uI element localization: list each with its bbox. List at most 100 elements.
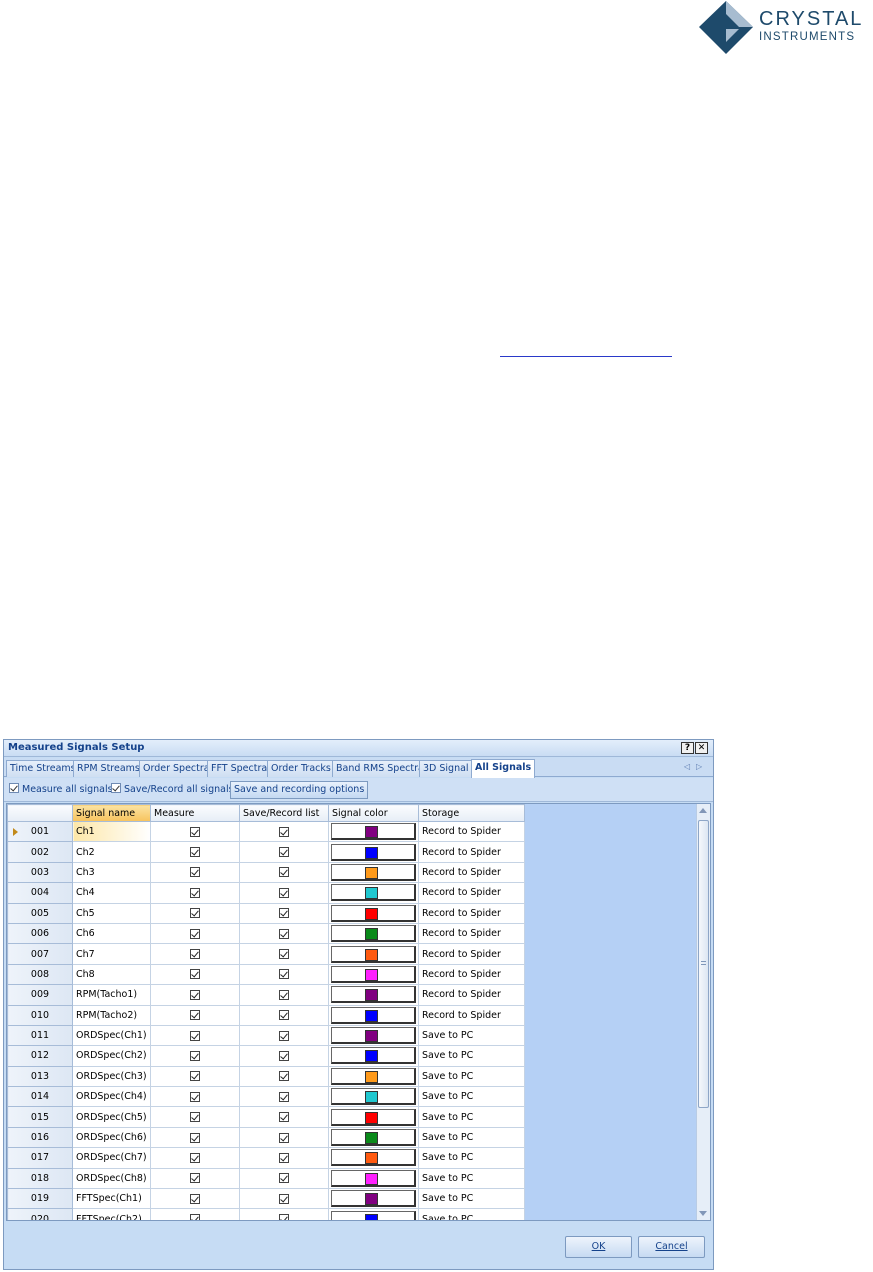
storage-cell[interactable]: Save to PC [418, 1208, 525, 1220]
signal-color-cell[interactable] [328, 1147, 419, 1169]
save-recording-options-button[interactable]: Save and recording options [230, 781, 369, 799]
storage-cell[interactable]: Record to Spider [418, 861, 525, 884]
color-picker[interactable] [331, 904, 416, 922]
measure-checkbox[interactable] [190, 1132, 200, 1143]
signal-color-cell[interactable] [328, 963, 419, 986]
save-checkbox[interactable] [279, 826, 289, 837]
document-link[interactable] [500, 349, 672, 357]
header-save-record-list[interactable]: Save/Record list [239, 804, 329, 822]
tab-scroll-left-icon[interactable]: ◁ [684, 762, 690, 771]
header-measure[interactable]: Measure [150, 804, 240, 822]
close-button[interactable]: ✕ [695, 742, 708, 754]
tab-scroll-right-icon[interactable]: ▷ [696, 762, 702, 771]
tab-rpm-streams[interactable]: RPM Streams [73, 760, 144, 777]
row-number[interactable]: 011 [7, 1024, 73, 1047]
color-picker[interactable] [331, 1108, 416, 1126]
save-checkbox[interactable] [279, 1214, 289, 1220]
signal-name-cell[interactable]: ORDSpec(Ch4) [72, 1086, 151, 1108]
measure-checkbox[interactable] [190, 1112, 200, 1123]
table-row[interactable]: 005 Ch5 Record to Spider [7, 902, 525, 924]
row-number[interactable]: 010 [7, 1004, 73, 1026]
signal-color-cell[interactable] [328, 1126, 419, 1149]
signal-color-cell[interactable] [328, 902, 419, 924]
save-checkbox[interactable] [279, 1193, 289, 1204]
tab-time-streams[interactable]: Time Streams [6, 760, 80, 777]
row-number[interactable]: 012 [7, 1045, 73, 1067]
save-all-checkbox[interactable] [111, 783, 121, 793]
signal-color-cell[interactable] [328, 1024, 419, 1047]
signal-color-cell[interactable] [328, 1106, 419, 1128]
signal-color-cell[interactable] [328, 882, 419, 904]
measure-checkbox[interactable] [190, 887, 200, 898]
measure-checkbox[interactable] [190, 1214, 200, 1220]
color-picker[interactable] [331, 1027, 416, 1045]
ok-button[interactable]: OK [565, 1236, 632, 1258]
table-row[interactable]: 003 Ch3 Record to Spider [7, 861, 525, 884]
color-picker[interactable] [331, 925, 416, 943]
measure-checkbox[interactable] [190, 1010, 200, 1021]
color-picker[interactable] [331, 843, 416, 861]
row-number[interactable]: 008 [7, 963, 73, 986]
save-checkbox[interactable] [279, 969, 289, 980]
storage-cell[interactable]: Save to PC [418, 1086, 525, 1108]
row-number[interactable]: 015 [7, 1106, 73, 1128]
measure-checkbox[interactable] [190, 989, 200, 1000]
row-number[interactable]: 013 [7, 1065, 73, 1088]
save-checkbox[interactable] [279, 1112, 289, 1123]
color-picker[interactable] [331, 986, 416, 1004]
save-checkbox[interactable] [279, 1091, 289, 1102]
row-number[interactable]: 004 [7, 882, 73, 904]
signal-color-cell[interactable] [328, 1086, 419, 1108]
row-number[interactable]: 014 [7, 1086, 73, 1108]
scrollbar-thumb[interactable] [698, 820, 709, 1108]
save-checkbox[interactable] [279, 989, 289, 1000]
color-picker[interactable] [331, 1088, 416, 1106]
table-row[interactable]: 012 ORDSpec(Ch2) Save to PC [7, 1045, 525, 1067]
table-row[interactable]: 019 FFTSpec(Ch1) Save to PC [7, 1188, 525, 1210]
color-picker[interactable] [331, 1047, 416, 1065]
tab-order-spectra[interactable]: Order Spectra [139, 760, 214, 777]
measure-checkbox[interactable] [190, 847, 200, 858]
measure-checkbox[interactable] [190, 928, 200, 939]
measure-checkbox[interactable] [190, 969, 200, 980]
storage-cell[interactable]: Record to Spider [418, 820, 525, 843]
row-number[interactable]: 020 [7, 1208, 73, 1220]
storage-cell[interactable]: Record to Spider [418, 841, 525, 863]
color-picker[interactable] [331, 1067, 416, 1085]
storage-cell[interactable]: Record to Spider [418, 1004, 525, 1026]
signal-color-cell[interactable] [328, 984, 419, 1006]
signal-name-cell[interactable]: ORDSpec(Ch5) [72, 1106, 151, 1128]
scroll-down-arrow-icon[interactable] [699, 1211, 707, 1216]
signal-color-cell[interactable] [328, 1188, 419, 1210]
measure-checkbox[interactable] [190, 1030, 200, 1041]
storage-cell[interactable]: Save to PC [418, 1147, 525, 1169]
signal-name-cell[interactable]: Ch6 [72, 922, 151, 945]
storage-cell[interactable]: Save to PC [418, 1045, 525, 1067]
storage-cell[interactable]: Record to Spider [418, 943, 525, 965]
measure-checkbox[interactable] [190, 908, 200, 919]
signal-color-cell[interactable] [328, 861, 419, 884]
save-checkbox[interactable] [279, 1152, 289, 1163]
header-signal-color[interactable]: Signal color [328, 804, 419, 822]
color-picker[interactable] [331, 1210, 416, 1220]
table-row[interactable]: 018 ORDSpec(Ch8) Save to PC [7, 1167, 525, 1190]
signal-name-cell[interactable]: FFTSpec(Ch1) [72, 1188, 151, 1210]
color-picker[interactable] [331, 823, 416, 841]
table-row[interactable]: 009 RPM(Tacho1) Record to Spider [7, 984, 525, 1006]
measure-all-option[interactable]: Measure all signals [9, 783, 113, 795]
signal-name-cell[interactable]: ORDSpec(Ch3) [72, 1065, 151, 1088]
table-row[interactable]: 014 ORDSpec(Ch4) Save to PC [7, 1086, 525, 1108]
measure-checkbox[interactable] [190, 1071, 200, 1082]
signal-color-cell[interactable] [328, 1167, 419, 1190]
tab-3d-signal[interactable]: 3D Signal [419, 760, 473, 777]
save-checkbox[interactable] [279, 949, 289, 960]
row-number[interactable]: 017 [7, 1147, 73, 1169]
save-checkbox[interactable] [279, 867, 289, 878]
signal-color-cell[interactable] [328, 1045, 419, 1067]
signal-name-cell[interactable]: ORDSpec(Ch1) [72, 1024, 151, 1047]
save-checkbox[interactable] [279, 1173, 289, 1184]
row-number[interactable]: 016 [7, 1126, 73, 1149]
table-row[interactable]: 013 ORDSpec(Ch3) Save to PC [7, 1065, 525, 1088]
table-row[interactable]: 006 Ch6 Record to Spider [7, 922, 525, 945]
signal-name-cell[interactable]: Ch7 [72, 943, 151, 965]
